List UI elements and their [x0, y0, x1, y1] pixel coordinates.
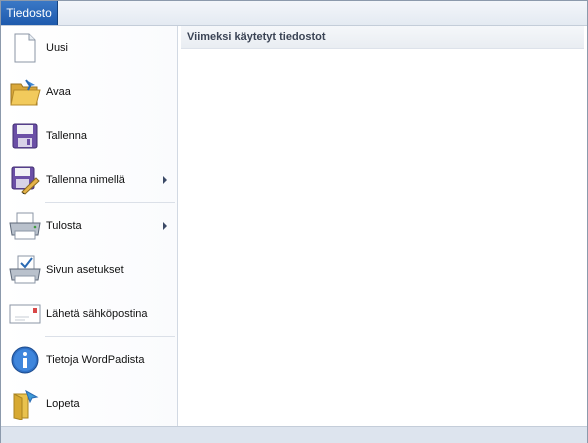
menu-item-about[interactable]: Tietoja WordPadista [1, 340, 177, 380]
info-icon [8, 343, 42, 377]
exit-icon [8, 387, 42, 421]
email-icon [8, 297, 42, 331]
ribbon-tab-bar: Tiedosto [1, 1, 587, 26]
menu-separator [45, 202, 175, 203]
page-setup-icon [8, 253, 42, 287]
menu-item-send-email[interactable]: Lähetä sähköpostina [1, 294, 177, 334]
menu-item-save[interactable]: Tallenna [1, 116, 177, 156]
menu-item-label: Sivun asetukset [46, 264, 124, 276]
menu-item-label: Tietoja WordPadista [46, 354, 145, 366]
menu-item-new[interactable]: Uusi [1, 28, 177, 68]
recent-files-header: Viimeksi käytetyt tiedostot [181, 26, 584, 49]
printer-icon [8, 209, 42, 243]
menu-separator [45, 336, 175, 337]
menu-item-exit[interactable]: Lopeta [1, 384, 177, 424]
recent-files-panel: Viimeksi käytetyt tiedostot [178, 26, 587, 426]
menu-item-save-as[interactable]: Tallenna nimellä [1, 160, 177, 200]
wordpad-file-menu-window: Tiedosto Uusi Avaa Tallenna Tallenna nim… [0, 0, 588, 443]
save-disk-icon [8, 119, 42, 153]
menu-item-label: Tallenna [46, 130, 87, 142]
submenu-arrow-icon [163, 176, 167, 184]
menu-item-open[interactable]: Avaa [1, 72, 177, 112]
save-as-icon [8, 163, 42, 197]
menu-item-page-setup[interactable]: Sivun asetukset [1, 250, 177, 290]
recent-files-title: Viimeksi käytetyt tiedostot [187, 31, 326, 43]
menu-item-label: Tallenna nimellä [46, 174, 125, 186]
menu-item-label: Uusi [46, 42, 69, 54]
file-tab-label: Tiedosto [6, 6, 52, 20]
submenu-arrow-icon [163, 222, 167, 230]
menu-item-label: Lopeta [46, 398, 80, 410]
file-menu-panel: Uusi Avaa Tallenna Tallenna nimellä Tulo… [1, 26, 178, 426]
menu-item-label: Avaa [46, 86, 71, 98]
menu-footer-bar [1, 426, 587, 443]
menu-item-print[interactable]: Tulosta [1, 206, 177, 246]
menu-item-label: Lähetä sähköpostina [46, 308, 148, 320]
file-tab-button[interactable]: Tiedosto [1, 1, 58, 25]
new-document-icon [8, 31, 42, 65]
menu-item-label: Tulosta [46, 220, 82, 232]
open-folder-icon [8, 75, 42, 109]
